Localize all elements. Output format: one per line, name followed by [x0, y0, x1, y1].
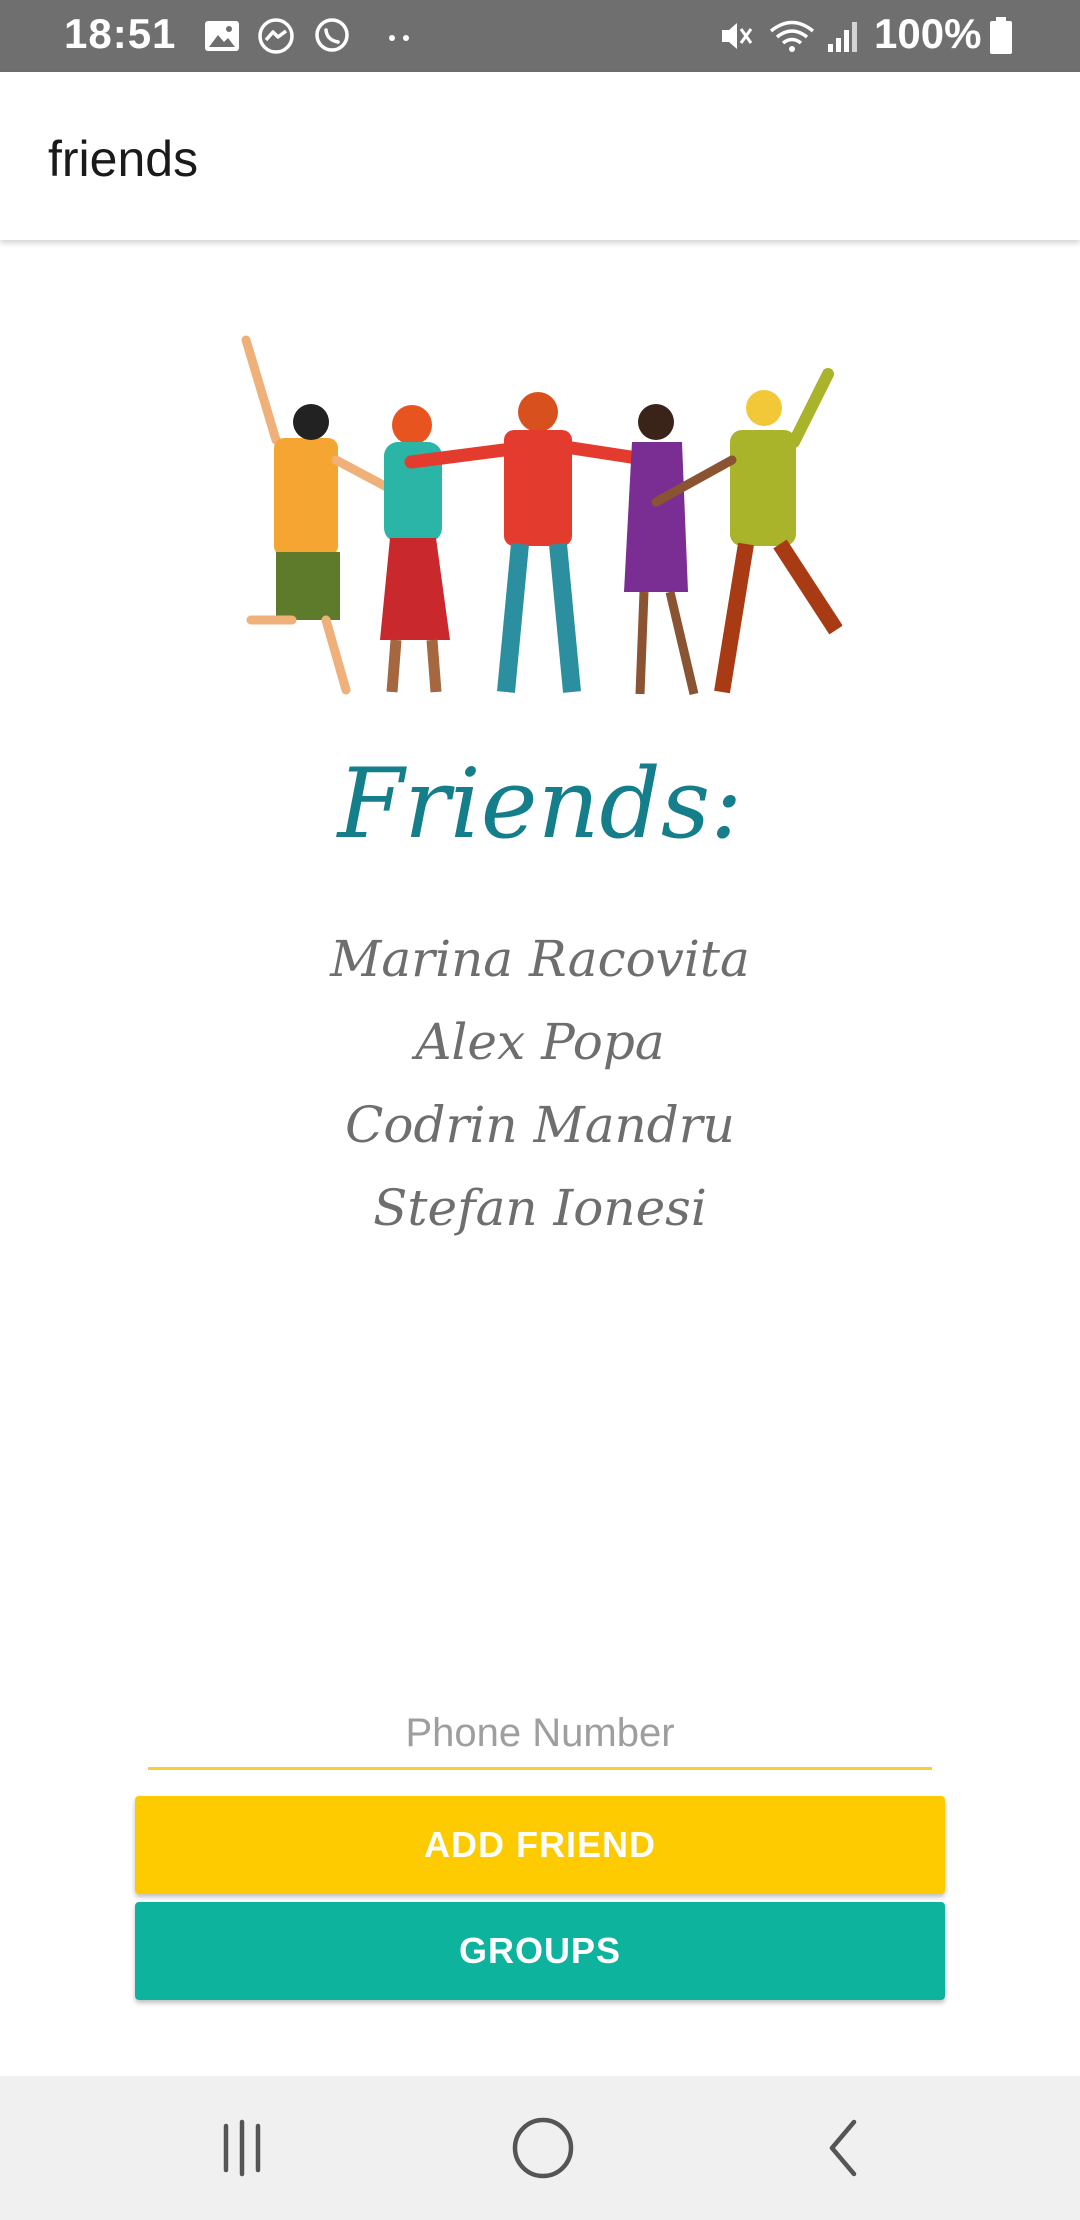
page-title: friends	[48, 131, 199, 187]
person-figure	[624, 404, 699, 696]
back-button[interactable]	[784, 2112, 904, 2184]
more-dots-icon	[389, 35, 409, 41]
status-bar: 18:51 100%	[0, 0, 1080, 72]
battery-icon	[990, 17, 1012, 54]
home-icon	[512, 2117, 574, 2179]
friend-list-item: Alex Popa	[415, 1013, 665, 1071]
add-friend-button[interactable]: ADD FRIEND	[135, 1796, 945, 1894]
recent-apps-button[interactable]	[182, 2112, 302, 2184]
friend-list-item: Codrin Mandru	[345, 1096, 735, 1154]
signal-icon	[828, 22, 857, 52]
gallery-icon	[205, 21, 239, 51]
friend-list-item: Marina Racovita	[330, 930, 750, 988]
recent-apps-icon	[223, 2119, 261, 2177]
home-button[interactable]	[483, 2112, 603, 2184]
mute-icon	[722, 23, 753, 49]
phone-number-input[interactable]	[148, 1700, 932, 1770]
app-bar: friends	[0, 72, 1080, 240]
battery-percentage: 100%	[874, 10, 982, 57]
messenger-icon	[258, 18, 294, 54]
wifi-icon	[769, 20, 815, 52]
whatsapp-icon	[315, 18, 349, 52]
friends-heading: Friends:	[337, 748, 743, 860]
navigation-bar	[0, 2076, 1080, 2220]
back-icon	[829, 2119, 857, 2177]
person-figure	[380, 405, 450, 693]
friend-list-item: Stefan Ionesi	[373, 1179, 707, 1237]
groups-button[interactable]: GROUPS	[135, 1902, 945, 2000]
friends-illustration	[241, 335, 842, 696]
clock: 18:51	[64, 10, 177, 57]
